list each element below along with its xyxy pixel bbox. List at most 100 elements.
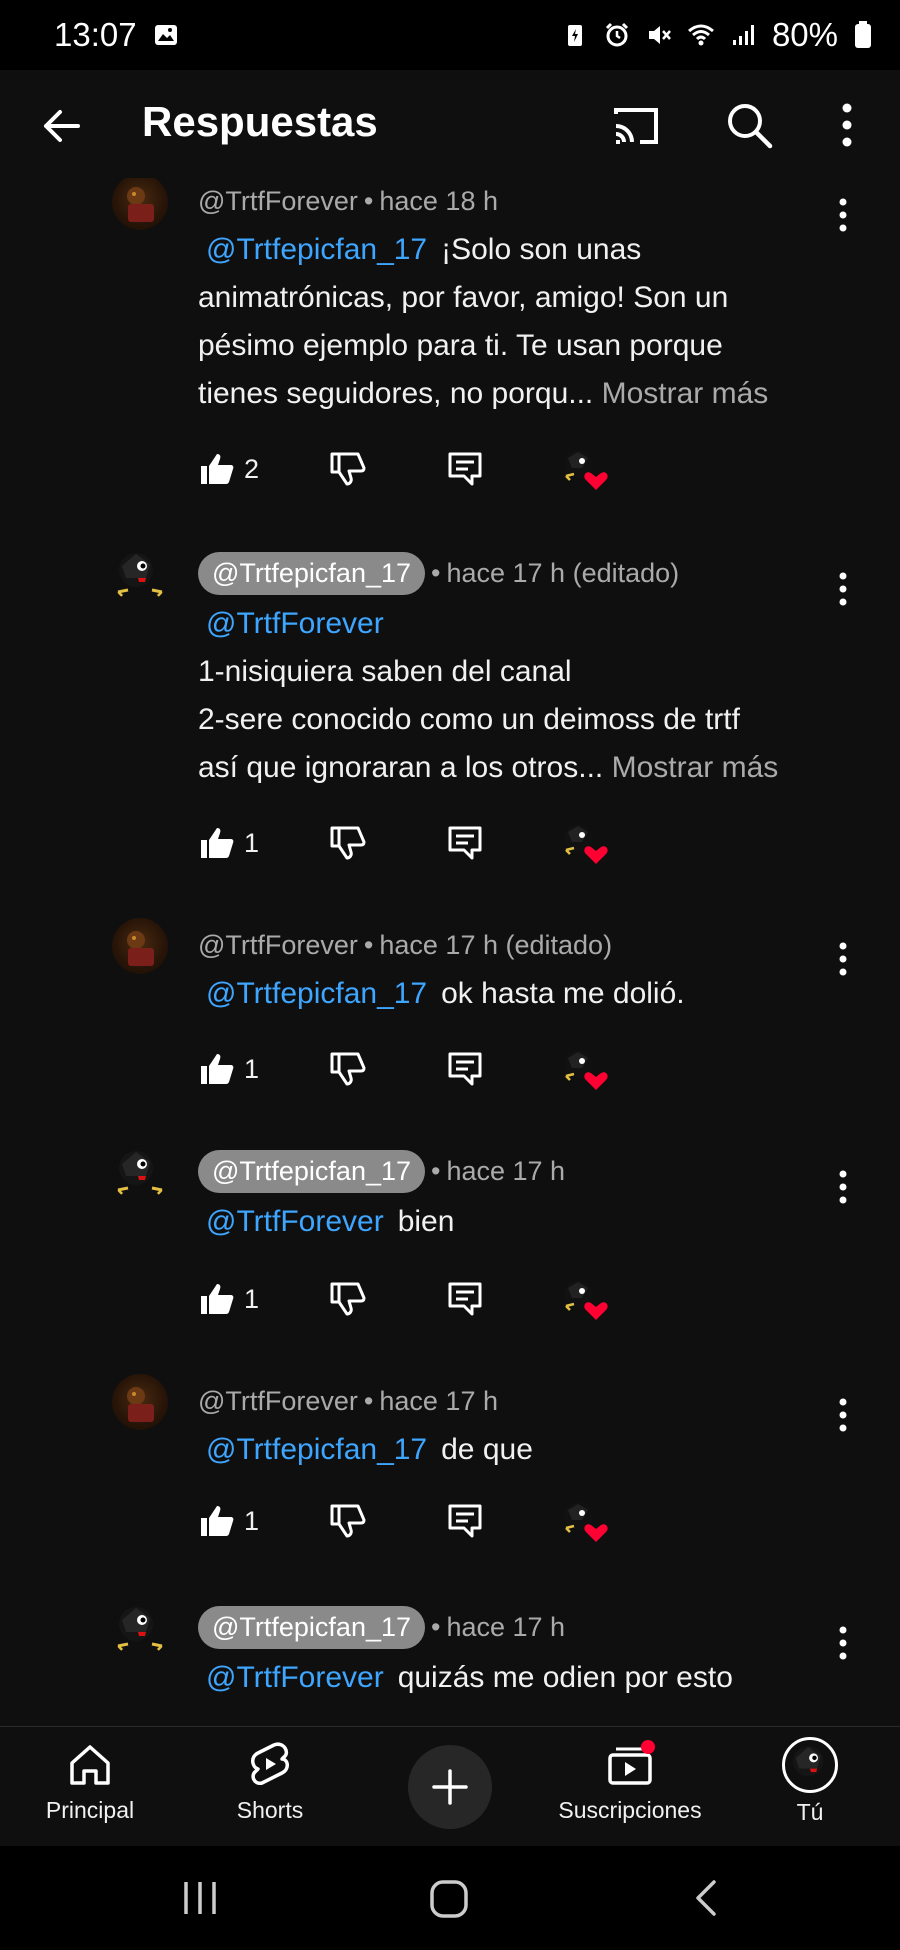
like-count: 2 <box>244 454 260 484</box>
reply-actions: 2 <box>198 450 618 494</box>
reply-menu-icon[interactable] <box>836 1395 850 1435</box>
mention-link[interactable]: @Trtfepicfan_17 <box>206 233 427 266</box>
signal-icon <box>732 25 754 45</box>
reply-author[interactable]: @TrtfForever <box>198 186 358 217</box>
mention-link[interactable]: @Trtfepicfan_17 <box>206 977 427 1010</box>
reply-actions: 1 <box>198 1280 618 1324</box>
gallery-icon <box>154 25 177 45</box>
show-more-link[interactable]: Mostrar más <box>602 377 769 410</box>
app-bar: Respuestas <box>0 70 900 178</box>
like-count: 1 <box>244 828 260 858</box>
recent-apps-icon[interactable] <box>180 1878 220 1918</box>
mute-icon <box>648 26 671 44</box>
avatar[interactable] <box>112 1602 168 1658</box>
reply-author[interactable]: @Trtfepicfan_17 <box>198 552 426 595</box>
avatar[interactable] <box>112 918 168 974</box>
subscriptions-icon <box>608 1740 655 1785</box>
reply-time: hace 18 h <box>379 186 498 216</box>
profile-avatar <box>782 1737 838 1793</box>
shorts-icon <box>251 1742 289 1785</box>
reply-author[interactable]: @TrtfForever <box>198 1386 358 1417</box>
back-arrow-icon[interactable] <box>38 102 86 150</box>
cast-icon[interactable] <box>610 100 662 152</box>
show-more-link[interactable]: Mostrar más <box>612 751 779 784</box>
avatar[interactable] <box>112 178 168 230</box>
reply-comment-icon[interactable] <box>446 1280 484 1318</box>
more-options-icon[interactable] <box>832 100 862 150</box>
reply-text: @Trtfepicfan_17 ¡Solo son unas animatróni… <box>198 233 769 410</box>
back-button-icon[interactable] <box>690 1878 720 1918</box>
mention-link[interactable]: @TrtfForever <box>206 1661 384 1694</box>
reply-menu-icon[interactable] <box>836 939 850 979</box>
battery-saver-icon <box>567 25 582 46</box>
page-title: Respuestas <box>142 98 378 145</box>
reply-menu-icon[interactable] <box>836 569 850 609</box>
reply-menu-icon[interactable] <box>836 195 850 235</box>
nav-shorts-label: Shorts <box>236 1797 304 1823</box>
dislike-icon[interactable] <box>328 1050 366 1088</box>
mention-link[interactable]: @TrtfForever <box>206 607 384 640</box>
mention-link[interactable]: @Trtfepicfan_17 <box>206 1433 427 1466</box>
mention-link[interactable]: @TrtfForever <box>206 1205 384 1238</box>
search-icon[interactable] <box>724 100 774 150</box>
reply-time: hace 17 h <box>446 558 566 588</box>
home-button-icon[interactable] <box>428 1878 470 1920</box>
like-icon[interactable] <box>198 1502 236 1540</box>
system-nav-bar <box>0 1846 900 1950</box>
edited-label: (editado) <box>572 558 680 588</box>
nav-home[interactable]: Principal <box>0 1739 180 1824</box>
dislike-icon[interactable] <box>328 450 366 488</box>
home-icon <box>70 1745 110 1785</box>
reply-time: hace 17 h <box>446 1612 566 1642</box>
reply-menu-icon[interactable] <box>836 1167 850 1207</box>
reply-text: @TrtfForever 1-nisiquiera saben del cana… <box>198 607 779 784</box>
creator-heart-icon <box>564 1050 608 1090</box>
creator-heart-icon <box>564 1502 608 1542</box>
replies-list: @TrtfForever • hace 18 h @Trtfepicfan_17 ¡S… <box>0 178 900 1726</box>
reply-actions: 1 <box>198 1050 618 1094</box>
like-icon[interactable] <box>198 450 236 488</box>
like-count: 1 <box>244 1054 260 1084</box>
dislike-icon[interactable] <box>328 824 366 862</box>
reply-author[interactable]: @TrtfForever <box>198 930 358 961</box>
dislike-icon[interactable] <box>328 1502 366 1540</box>
reply-actions: 1 <box>198 1502 618 1546</box>
reply-author[interactable]: @Trtfepicfan_17 <box>198 1150 426 1193</box>
bottom-nav: Principal Shorts Suscripciones Tú <box>0 1726 900 1846</box>
reply-menu-icon[interactable] <box>836 1623 850 1663</box>
wifi-icon <box>687 24 714 46</box>
status-time: 13:07 <box>54 16 137 53</box>
nav-subscriptions-label: Suscripciones <box>558 1797 702 1823</box>
battery-percent: 80% <box>771 16 838 53</box>
creator-heart-icon <box>564 450 608 490</box>
plus-icon <box>432 1769 468 1805</box>
create-button[interactable] <box>408 1745 492 1829</box>
reply-time: hace 17 h <box>379 1386 498 1416</box>
nav-home-label: Principal <box>45 1797 135 1823</box>
avatar[interactable] <box>112 548 168 604</box>
avatar[interactable] <box>112 1146 168 1202</box>
status-bar: 13:07 80% <box>0 0 900 70</box>
reply-author[interactable]: @Trtfepicfan_17 <box>198 1606 426 1649</box>
reply-comment-icon[interactable] <box>446 450 484 488</box>
reply-comment-icon[interactable] <box>446 1050 484 1088</box>
reply-time: hace 17 h <box>379 930 498 960</box>
reply-comment-icon[interactable] <box>446 824 484 862</box>
like-icon[interactable] <box>198 1280 236 1318</box>
dislike-icon[interactable] <box>328 1280 366 1318</box>
nav-shorts[interactable]: Shorts <box>180 1739 360 1824</box>
nav-you-label: Tú <box>796 1799 824 1825</box>
like-icon[interactable] <box>198 824 236 862</box>
nav-subscriptions[interactable]: Suscripciones <box>540 1739 720 1824</box>
reply-time: hace 17 h <box>446 1156 566 1186</box>
like-count: 1 <box>244 1284 260 1314</box>
reply-text: @TrtfForever quizás me odien por esto <box>206 1661 733 1694</box>
reply-text: @Trtfepicfan_17 de que <box>206 1433 533 1466</box>
reply-actions: 1 <box>198 824 618 868</box>
avatar[interactable] <box>112 1374 168 1430</box>
alarm-icon <box>605 22 628 47</box>
reply-comment-icon[interactable] <box>446 1502 484 1540</box>
like-icon[interactable] <box>198 1050 236 1088</box>
like-count: 1 <box>244 1506 260 1536</box>
nav-you[interactable]: Tú <box>720 1737 900 1826</box>
